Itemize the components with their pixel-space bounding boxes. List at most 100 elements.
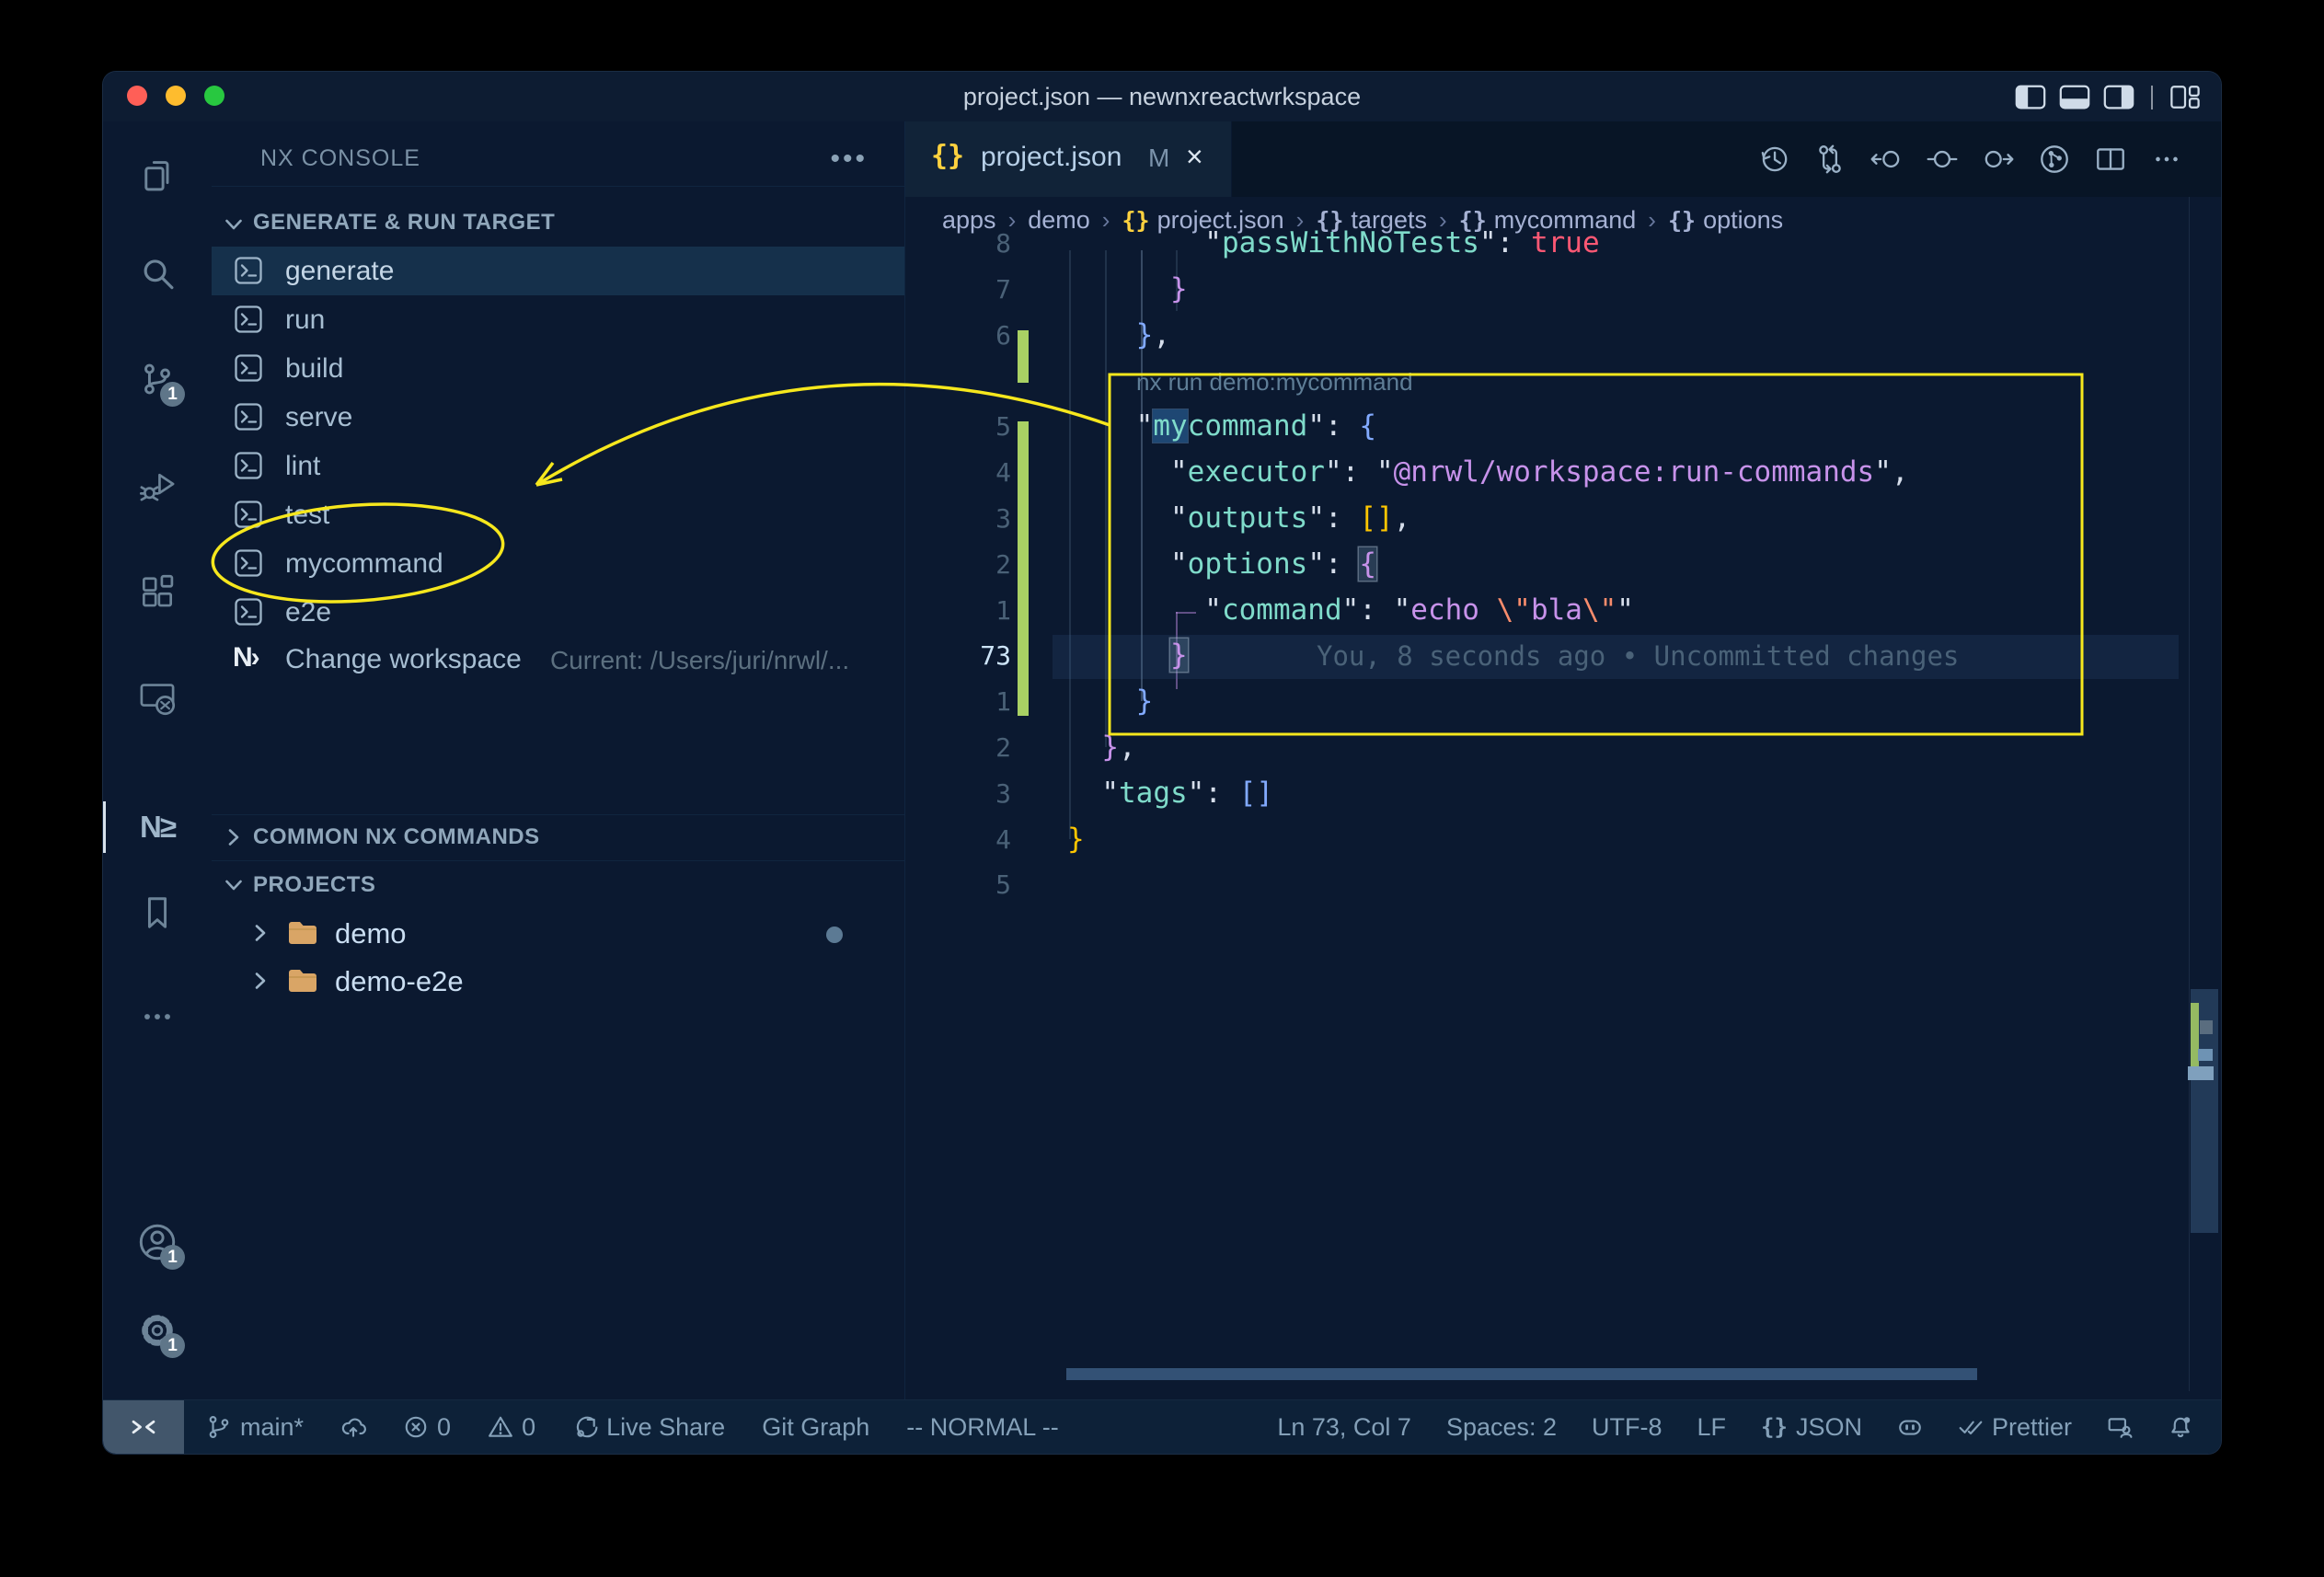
line-number: 3: [924, 503, 1011, 534]
status-spaces-2[interactable]: Spaces: 2: [1446, 1413, 1557, 1442]
activity-item-source-control[interactable]: 1: [137, 359, 178, 399]
modified-dot: [826, 927, 843, 943]
sidebar-item-test[interactable]: test: [212, 490, 904, 539]
overview-ruler-border: [2189, 197, 2190, 1391]
status-normal[interactable]: -- NORMAL --: [906, 1413, 1058, 1442]
code-text: "passWithNoTests": true: [1067, 226, 1600, 259]
change-workspace-current-path: Current: /Users/juri/nrwl/...: [550, 646, 849, 675]
minimize-window-button[interactable]: [166, 86, 186, 106]
customize-layout-icon[interactable]: [2169, 85, 2201, 109]
line-number: 3: [924, 778, 1011, 809]
toggle-sidebar-icon[interactable]: [2015, 85, 2046, 109]
code-area[interactable]: 8 "passWithNoTests": true7 }6 },nx run d…: [905, 121, 2221, 1400]
sidebar-item-serve[interactable]: serve: [212, 393, 904, 442]
status-bell-dot[interactable]: [2168, 1414, 2193, 1440]
status-prettier[interactable]: Prettier: [1958, 1413, 2072, 1442]
sidebar-nx-console: NX CONSOLE ••• GENERATE & RUN TARGET gen…: [212, 121, 905, 1400]
status-lf[interactable]: LF: [1697, 1413, 1727, 1442]
status-json[interactable]: {}JSON: [1761, 1413, 1862, 1442]
target-label: run: [285, 305, 325, 336]
toggle-secondary-sidebar-icon[interactable]: [2103, 85, 2134, 109]
status-live-share[interactable]: Live Share: [572, 1413, 725, 1442]
sidebar-item-build[interactable]: build: [212, 344, 904, 393]
chevron-right-icon[interactable]: [249, 970, 271, 992]
status-label: Spaces: 2: [1446, 1413, 1557, 1442]
activity-item-more-views[interactable]: [137, 996, 178, 1037]
status-label: Git Graph: [762, 1413, 869, 1442]
nx-logo-icon: N›: [233, 642, 259, 673]
section-generate-run-target[interactable]: GENERATE & RUN TARGET: [253, 210, 555, 236]
status-person-screen[interactable]: [2107, 1414, 2133, 1440]
activity-item-explorer[interactable]: [137, 155, 178, 195]
code-line: 5: [905, 863, 2221, 909]
sidebar-item-lint[interactable]: lint: [212, 442, 904, 490]
line-number: 5: [924, 869, 1011, 900]
zoom-window-button[interactable]: [204, 86, 224, 106]
close-window-button[interactable]: [127, 86, 147, 106]
line-number: 8: [924, 228, 1011, 259]
target-label: build: [285, 353, 343, 385]
target-label: e2e: [285, 597, 331, 628]
status-git-graph[interactable]: Git Graph: [762, 1413, 869, 1442]
section-common-nx-commands[interactable]: COMMON NX COMMANDS: [253, 824, 540, 850]
status-main[interactable]: main*: [206, 1413, 304, 1442]
activity-item-accounts[interactable]: 1: [137, 1222, 178, 1262]
code-text: }: [1067, 272, 1188, 305]
activity-item-search[interactable]: [137, 254, 178, 294]
chevron-down-icon[interactable]: [223, 874, 245, 896]
target-label: serve: [285, 402, 352, 433]
line-number: 6: [924, 320, 1011, 351]
terminal-icon: [233, 499, 264, 530]
status-ln-73-col-7[interactable]: Ln 73, Col 7: [1277, 1413, 1411, 1442]
more-actions-icon[interactable]: •••: [830, 144, 868, 175]
activity-item-remote-explorer[interactable]: [137, 677, 178, 718]
overview-mark: [2198, 1049, 2213, 1061]
toggle-panel-icon[interactable]: [2059, 85, 2090, 109]
activity-item-bookmarks[interactable]: [137, 892, 178, 933]
sidebar-item-demo[interactable]: demo: [212, 910, 904, 958]
status-copilot[interactable]: [1897, 1414, 1923, 1440]
code-line: 6 },: [905, 314, 2221, 360]
divider: [2151, 86, 2153, 109]
sidebar-item-change-workspace[interactable]: N› Change workspace Current: /Users/juri…: [212, 635, 904, 684]
activity-item-run-debug[interactable]: [137, 464, 178, 504]
badge: 1: [160, 1333, 185, 1358]
codelens-run-command[interactable]: nx run demo:mycommand: [1136, 368, 1413, 397]
chevron-down-icon[interactable]: [223, 213, 245, 236]
chevron-right-icon[interactable]: [223, 826, 245, 848]
code-text: "outputs": [],: [1067, 501, 1410, 535]
code-text: }: [1067, 639, 1188, 672]
sidebar-item-demo-e2e[interactable]: demo-e2e: [212, 958, 904, 1006]
status-0[interactable]: 0: [488, 1413, 535, 1442]
overview-mark: [2188, 1066, 2214, 1080]
chevron-right-icon[interactable]: [249, 922, 271, 944]
activity-item-nx-console[interactable]: N≥: [137, 807, 178, 847]
horizontal-scrollbar[interactable]: [1066, 1368, 1977, 1380]
section-projects[interactable]: PROJECTS: [253, 872, 375, 898]
code-line: 4 "executor": "@nrwl/workspace:run-comma…: [905, 451, 2221, 497]
line-number: 4: [924, 824, 1011, 855]
sidebar-item-generate[interactable]: generate: [212, 247, 904, 295]
status-0[interactable]: 0: [403, 1413, 451, 1442]
codelens-row[interactable]: nx run demo:mycommand: [905, 360, 2221, 406]
terminal-icon: [233, 255, 264, 286]
remote-indicator[interactable]: [103, 1400, 184, 1454]
status-cloud-upload[interactable]: [340, 1414, 366, 1440]
status-label: Prettier: [1992, 1413, 2072, 1442]
status-utf-8[interactable]: UTF-8: [1592, 1413, 1662, 1442]
code-line: 3 "tags": []: [905, 772, 2221, 818]
error-icon: [403, 1414, 429, 1440]
sidebar-item-e2e[interactable]: e2e: [212, 588, 904, 637]
target-label: generate: [285, 256, 394, 287]
activity-item-extensions[interactable]: [137, 572, 178, 613]
change-workspace-label: Change workspace: [285, 644, 522, 675]
folder-icon: [287, 919, 318, 947]
sidebar-item-run[interactable]: run: [212, 295, 904, 344]
sidebar-item-mycommand[interactable]: mycommand: [212, 539, 904, 588]
project-label: demo: [335, 917, 407, 950]
code-text: "mycommand": {: [1067, 409, 1376, 443]
status-bar: main* 0 0 Live Share Git Graph -- NORMAL -- L…: [103, 1399, 2221, 1454]
activity-item-settings[interactable]: 1: [137, 1310, 178, 1351]
double-check-icon: [1958, 1414, 1984, 1440]
active-indicator: [103, 801, 106, 853]
